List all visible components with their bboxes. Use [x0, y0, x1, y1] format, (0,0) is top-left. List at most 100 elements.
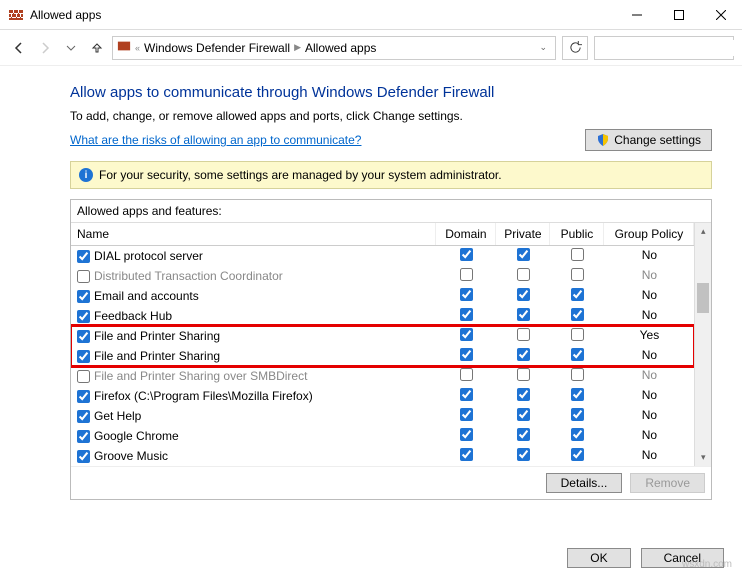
back-button[interactable]: [8, 37, 30, 59]
domain-checkbox[interactable]: [460, 348, 473, 361]
chevron-right-icon[interactable]: ▶: [294, 42, 301, 53]
page-heading: Allow apps to communicate through Window…: [70, 84, 712, 101]
app-enable-checkbox[interactable]: [77, 290, 90, 303]
group-policy-value: Yes: [604, 327, 694, 345]
risk-link[interactable]: What are the risks of allowing an app to…: [70, 133, 361, 147]
details-button[interactable]: Details...: [546, 473, 623, 493]
public-checkbox[interactable]: [571, 268, 584, 281]
scrollbar[interactable]: ▴ ▾: [694, 223, 711, 466]
private-checkbox[interactable]: [517, 328, 530, 341]
group-policy-value: No: [604, 267, 694, 285]
scroll-thumb[interactable]: [697, 283, 709, 313]
private-checkbox[interactable]: [517, 348, 530, 361]
table-row[interactable]: DIAL protocol serverNo: [71, 246, 694, 266]
table-row[interactable]: Google ChromeNo: [71, 426, 694, 446]
table-row[interactable]: Get HelpNo: [71, 406, 694, 426]
app-name: Distributed Transaction Coordinator: [94, 269, 283, 283]
app-enable-checkbox[interactable]: [77, 370, 90, 383]
app-enable-checkbox[interactable]: [77, 450, 90, 463]
col-group-policy[interactable]: Group Policy: [604, 223, 694, 245]
table-row[interactable]: Email and accountsNo: [71, 286, 694, 306]
app-enable-checkbox[interactable]: [77, 330, 90, 343]
change-settings-button[interactable]: Change settings: [585, 129, 712, 151]
table-row[interactable]: File and Printer Sharing Yes: [71, 326, 694, 346]
private-checkbox[interactable]: [517, 268, 530, 281]
scroll-up-button[interactable]: ▴: [695, 223, 711, 240]
search-input[interactable]: [599, 40, 742, 56]
app-name: File and Printer Sharing over SMBDirect: [94, 369, 307, 383]
breadcrumb-item[interactable]: Allowed apps: [305, 41, 376, 55]
domain-checkbox[interactable]: [460, 328, 473, 341]
shield-icon: [596, 133, 610, 147]
private-checkbox[interactable]: [517, 408, 530, 421]
public-checkbox[interactable]: [571, 288, 584, 301]
app-enable-checkbox[interactable]: [77, 430, 90, 443]
domain-checkbox[interactable]: [460, 408, 473, 421]
info-icon: i: [79, 168, 93, 182]
address-bar[interactable]: « Windows Defender Firewall ▶ Allowed ap…: [112, 36, 556, 60]
col-domain[interactable]: Domain: [436, 223, 496, 245]
firewall-icon: [8, 7, 24, 23]
minimize-button[interactable]: [616, 0, 658, 30]
remove-button[interactable]: Remove: [630, 473, 705, 493]
group-policy-value: No: [604, 447, 694, 465]
public-checkbox[interactable]: [571, 348, 584, 361]
table-row[interactable]: Firefox (C:\Program Files\Mozilla Firefo…: [71, 386, 694, 406]
forward-button[interactable]: [34, 37, 56, 59]
change-settings-label: Change settings: [614, 133, 701, 147]
col-public[interactable]: Public: [550, 223, 604, 245]
domain-checkbox[interactable]: [460, 428, 473, 441]
private-checkbox[interactable]: [517, 388, 530, 401]
breadcrumb-item[interactable]: Windows Defender Firewall: [144, 41, 290, 55]
public-checkbox[interactable]: [571, 368, 584, 381]
app-enable-checkbox[interactable]: [77, 350, 90, 363]
info-text: For your security, some settings are man…: [99, 168, 502, 182]
private-checkbox[interactable]: [517, 428, 530, 441]
watermark: wsxdn.com: [682, 559, 732, 570]
public-checkbox[interactable]: [571, 408, 584, 421]
app-enable-checkbox[interactable]: [77, 410, 90, 423]
ok-button[interactable]: OK: [567, 548, 630, 568]
table-row[interactable]: File and Printer SharingNo: [71, 346, 694, 366]
public-checkbox[interactable]: [571, 448, 584, 461]
search-box[interactable]: [594, 36, 734, 60]
domain-checkbox[interactable]: [460, 368, 473, 381]
private-checkbox[interactable]: [517, 288, 530, 301]
recent-locations-button[interactable]: [60, 37, 82, 59]
col-name[interactable]: Name: [71, 223, 436, 245]
private-checkbox[interactable]: [517, 248, 530, 261]
app-enable-checkbox[interactable]: [77, 310, 90, 323]
col-private[interactable]: Private: [496, 223, 550, 245]
app-enable-checkbox[interactable]: [77, 390, 90, 403]
public-checkbox[interactable]: [571, 388, 584, 401]
maximize-button[interactable]: [658, 0, 700, 30]
private-checkbox[interactable]: [517, 308, 530, 321]
app-enable-checkbox[interactable]: [77, 250, 90, 263]
domain-checkbox[interactable]: [460, 388, 473, 401]
domain-checkbox[interactable]: [460, 288, 473, 301]
table-row[interactable]: Feedback HubNo: [71, 306, 694, 326]
refresh-button[interactable]: [562, 36, 588, 60]
table-row[interactable]: File and Printer Sharing over SMBDirectN…: [71, 366, 694, 386]
info-banner: i For your security, some settings are m…: [70, 161, 712, 189]
public-checkbox[interactable]: [571, 308, 584, 321]
scroll-down-button[interactable]: ▾: [695, 449, 711, 466]
app-name: File and Printer Sharing: [94, 329, 220, 343]
app-enable-checkbox[interactable]: [77, 270, 90, 283]
public-checkbox[interactable]: [571, 248, 584, 261]
public-checkbox[interactable]: [571, 428, 584, 441]
table-row[interactable]: Groove MusicNo: [71, 446, 694, 466]
domain-checkbox[interactable]: [460, 308, 473, 321]
group-policy-value: No: [604, 247, 694, 265]
private-checkbox[interactable]: [517, 368, 530, 381]
group-policy-value: No: [604, 287, 694, 305]
close-button[interactable]: [700, 0, 742, 30]
up-button[interactable]: [86, 37, 108, 59]
table-row[interactable]: Distributed Transaction Coordinator No: [71, 266, 694, 286]
domain-checkbox[interactable]: [460, 268, 473, 281]
private-checkbox[interactable]: [517, 448, 530, 461]
public-checkbox[interactable]: [571, 328, 584, 341]
domain-checkbox[interactable]: [460, 248, 473, 261]
domain-checkbox[interactable]: [460, 448, 473, 461]
address-dropdown[interactable]: ⌄: [535, 42, 551, 53]
